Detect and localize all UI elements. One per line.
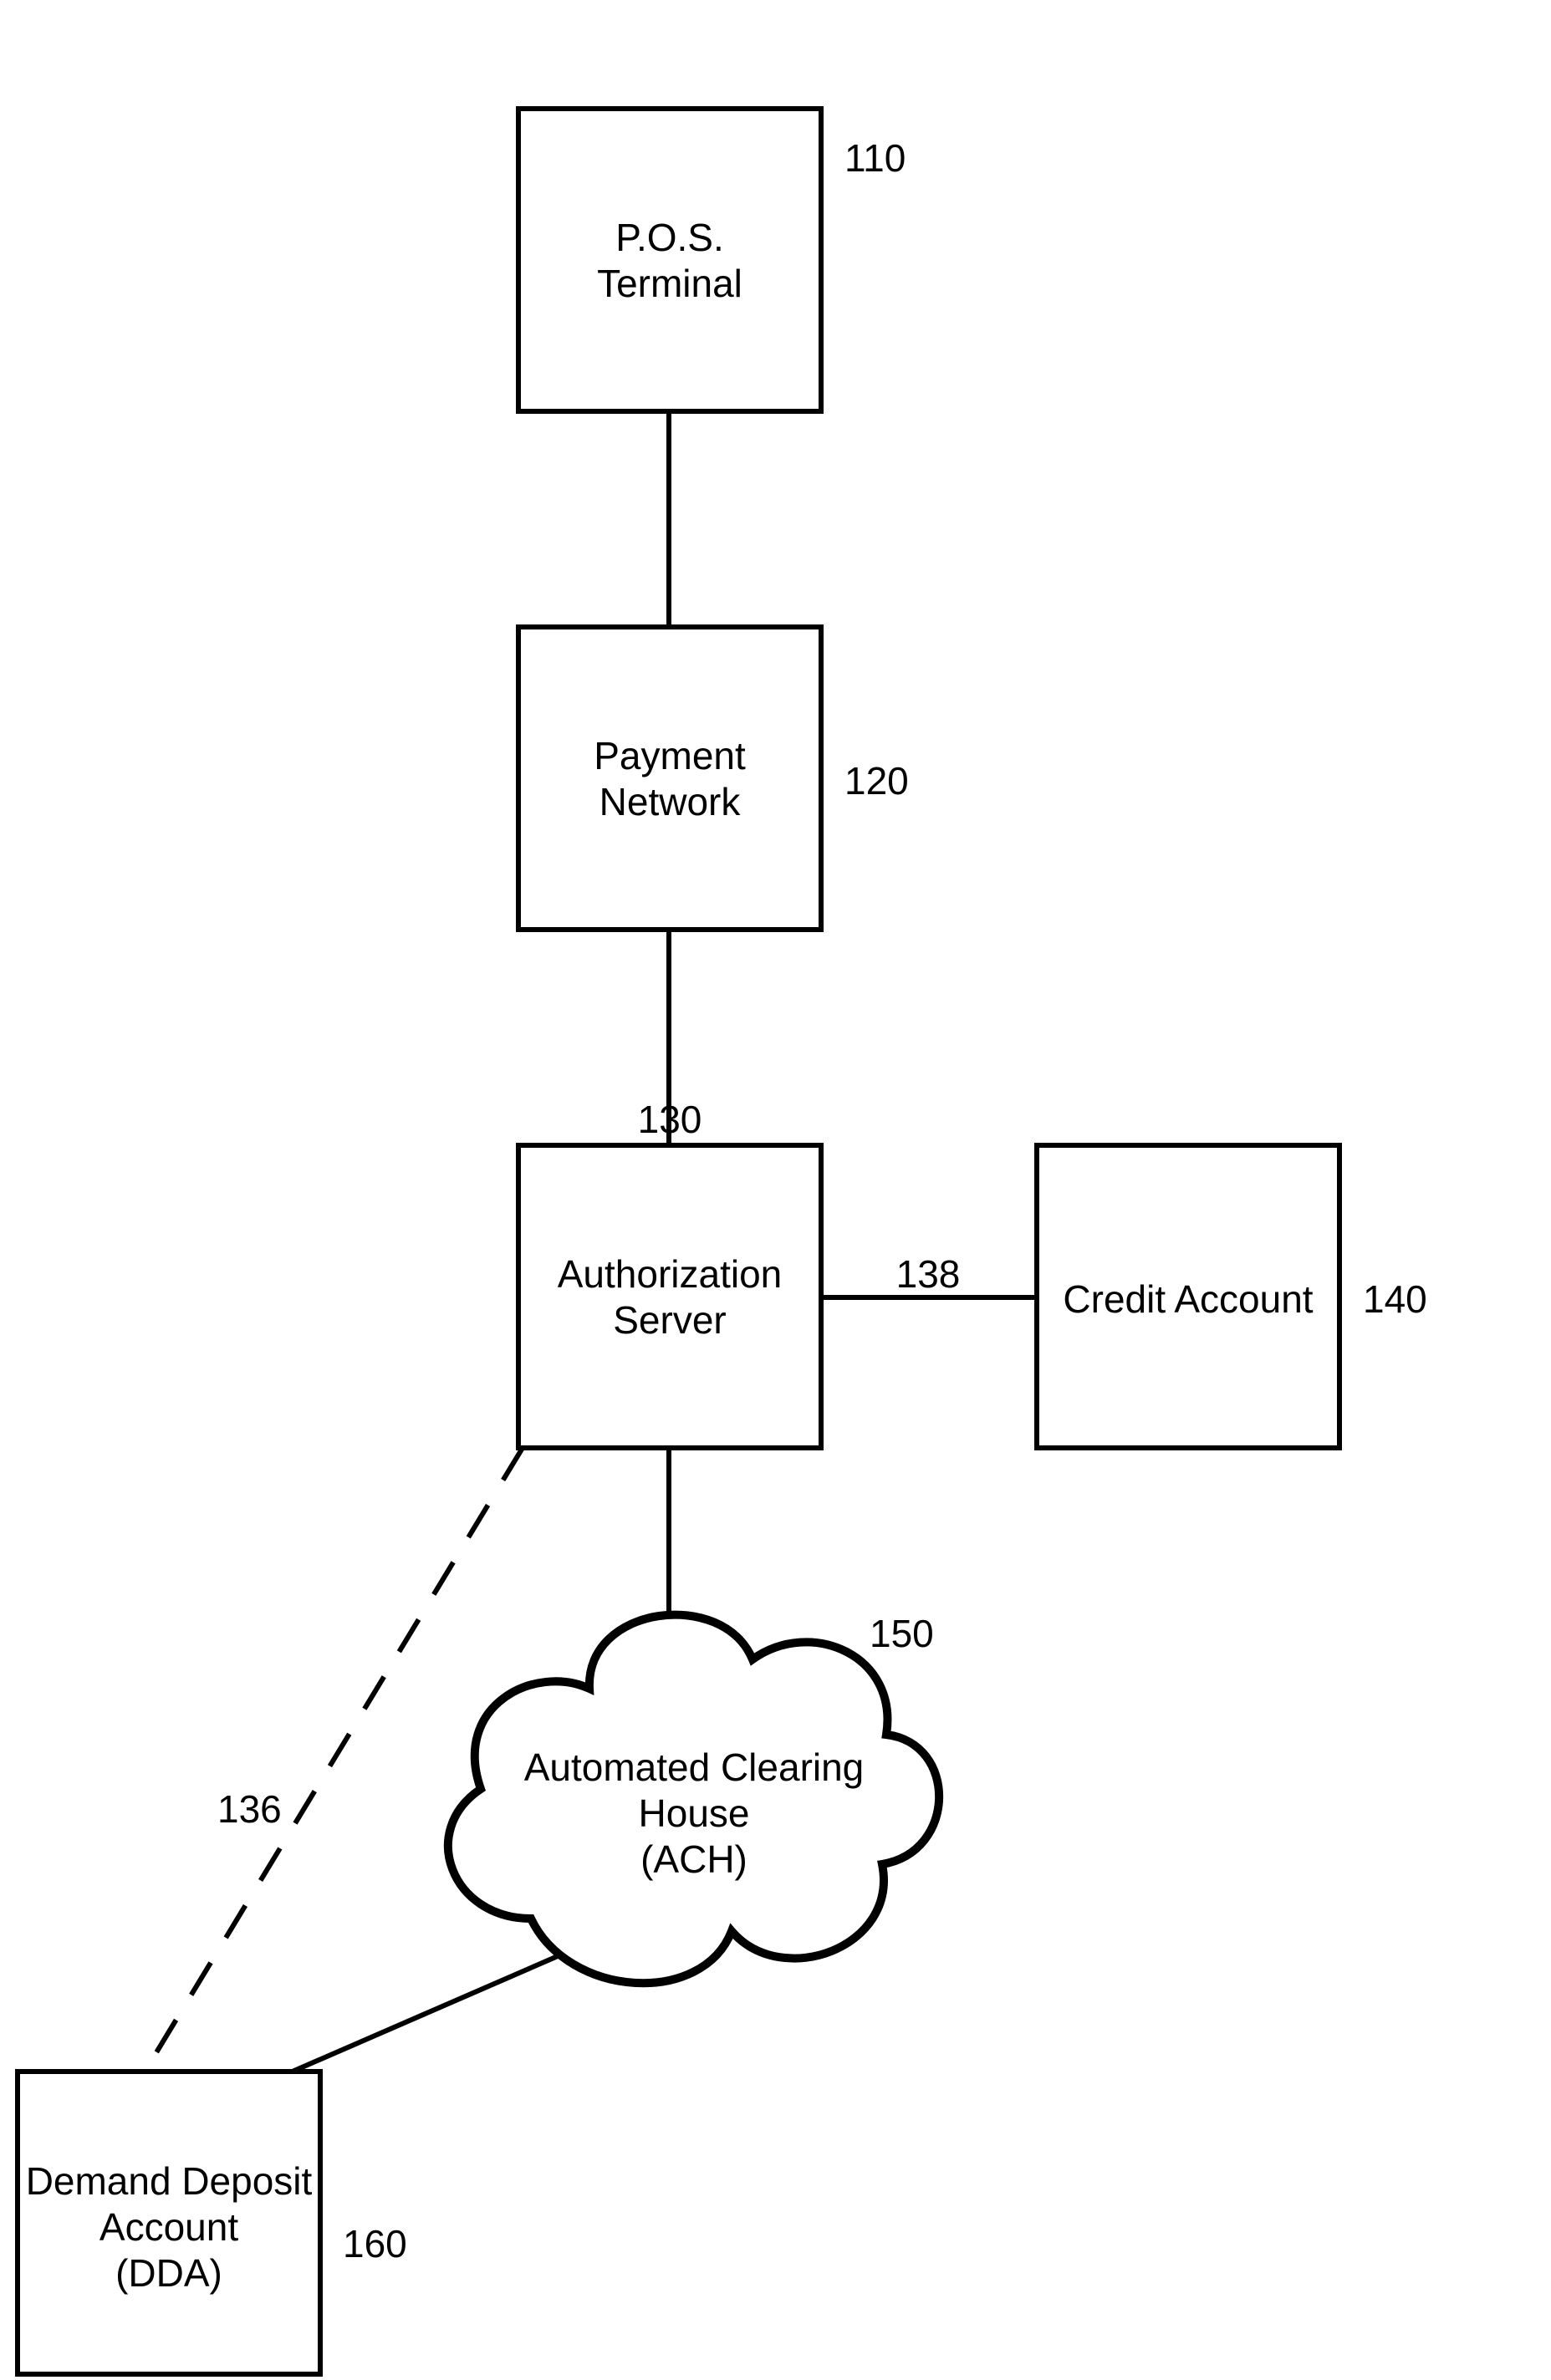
ach-label-2: House: [639, 1791, 750, 1835]
dda-label-1: Demand Deposit: [26, 2159, 313, 2203]
ach-ref: 150: [870, 1612, 934, 1655]
authorization-server-label-1: Authorization: [558, 1252, 783, 1296]
payment-network-box: [518, 627, 821, 930]
authorization-server-ref: 130: [638, 1098, 702, 1141]
edge-auth-to-dda-dashed: [146, 1448, 523, 2069]
authorization-server-label-2: Server: [613, 1298, 726, 1342]
pos-terminal-ref: 110: [844, 136, 906, 180]
edge-label-138: 138: [896, 1252, 961, 1296]
ach-label-3: (ACH): [640, 1837, 747, 1881]
dda-ref: 160: [343, 2222, 407, 2265]
pos-terminal-box: [518, 109, 821, 411]
payment-network-label-2: Network: [599, 780, 742, 823]
dda-label-3: (DDA): [115, 2251, 222, 2295]
payment-system-block-diagram: P.O.S. Terminal 110 Payment Network 120 …: [0, 0, 1551, 2380]
edge-ach-to-dda: [288, 1948, 577, 2073]
edge-label-136: 136: [217, 1787, 282, 1831]
pos-terminal-label-2: Terminal: [597, 262, 742, 305]
dda-label-2: Account: [99, 2205, 238, 2249]
credit-account-ref: 140: [1363, 1277, 1427, 1321]
credit-account-label-1: Credit Account: [1063, 1277, 1313, 1321]
authorization-server-box: [518, 1145, 821, 1448]
ach-label-1: Automated Clearing: [524, 1746, 865, 1789]
payment-network-ref: 120: [844, 759, 909, 803]
pos-terminal-label-1: P.O.S.: [615, 216, 724, 259]
payment-network-label-1: Payment: [594, 734, 746, 777]
